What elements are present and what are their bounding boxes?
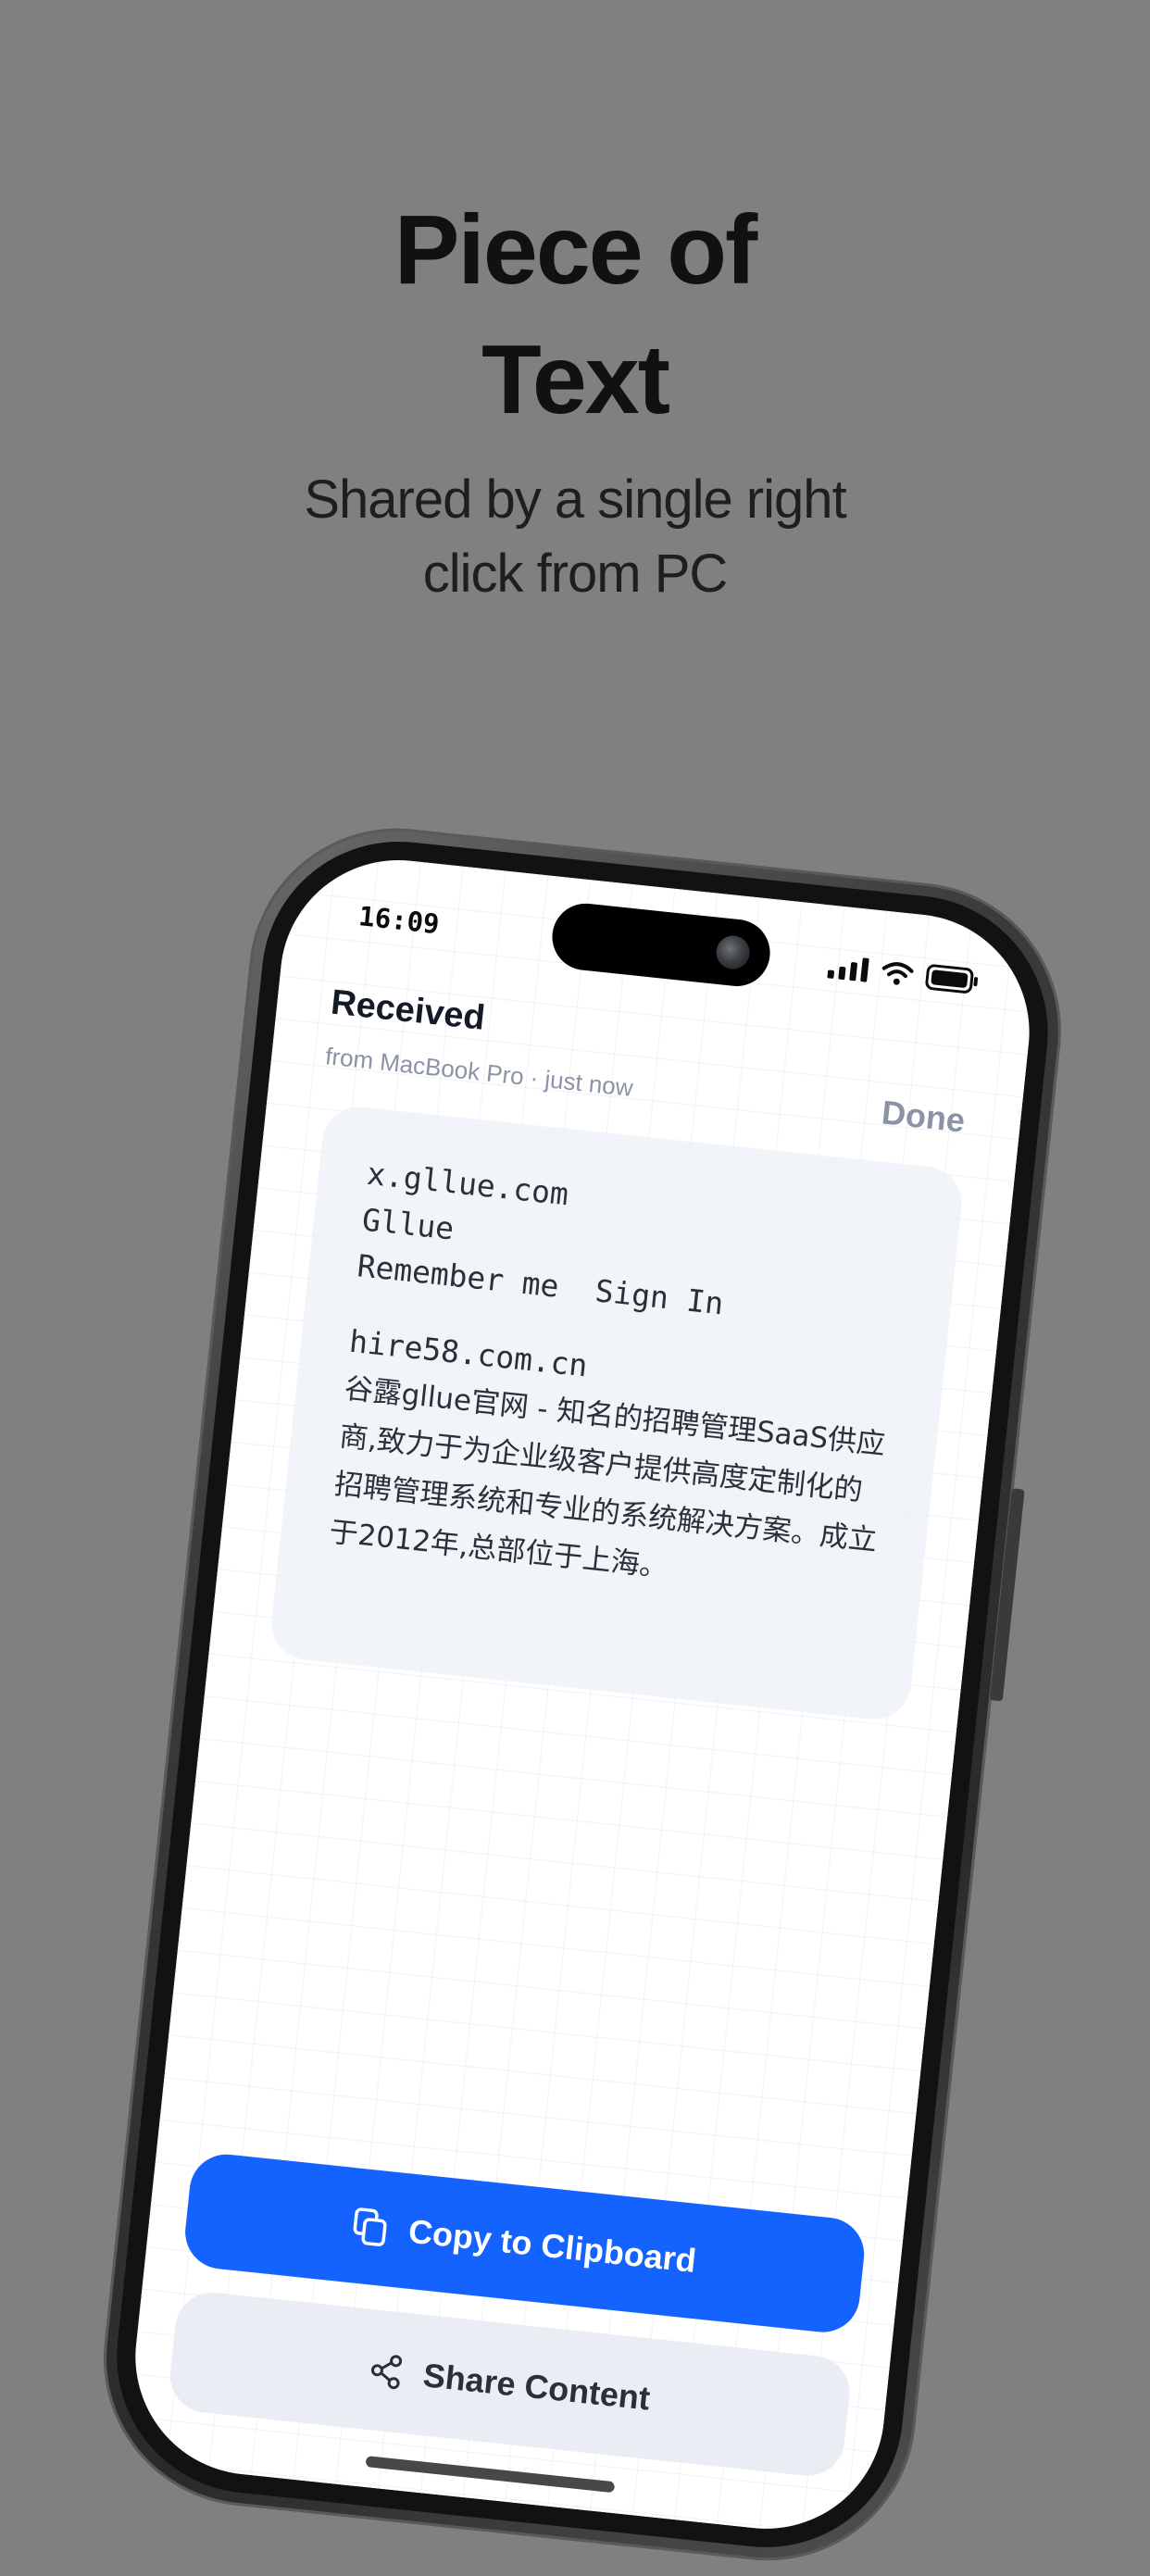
status-icons (827, 953, 981, 994)
camera-lens-icon (714, 933, 752, 971)
promo-headline-line-2: Text (481, 325, 670, 434)
phone-mockup: 16:09 Received from MacBook Pro · just n… (89, 813, 1076, 2575)
promo-subhead-line-2: click from PC (422, 544, 729, 604)
home-indicator[interactable] (365, 2456, 616, 2494)
shared-text-card[interactable]: x.gllue.com Gllue Remember me Sign In hi… (268, 1103, 966, 1723)
promo-subhead-line-1: Shared by a single right (304, 469, 846, 530)
status-time: 16:09 (356, 900, 442, 941)
promo-headline-line-1: Piece of (394, 195, 758, 305)
wifi-icon (881, 962, 914, 985)
done-button[interactable]: Done (880, 1093, 967, 1140)
sheet-title: Received (329, 982, 487, 1038)
promo-headline: Piece of Text (0, 185, 1150, 444)
battery-icon (925, 964, 979, 994)
copy-icon (353, 2207, 387, 2246)
share-button-label: Share Content (421, 2356, 653, 2418)
share-icon (370, 2355, 403, 2390)
promo-subhead: Shared by a single right click from PC (0, 463, 1150, 611)
copy-button-label: Copy to Clipboard (406, 2211, 698, 2281)
sheet-subtitle: from MacBook Pro · just now (323, 1042, 635, 1102)
signal-icon (827, 957, 869, 982)
dynamic-island (548, 900, 774, 990)
